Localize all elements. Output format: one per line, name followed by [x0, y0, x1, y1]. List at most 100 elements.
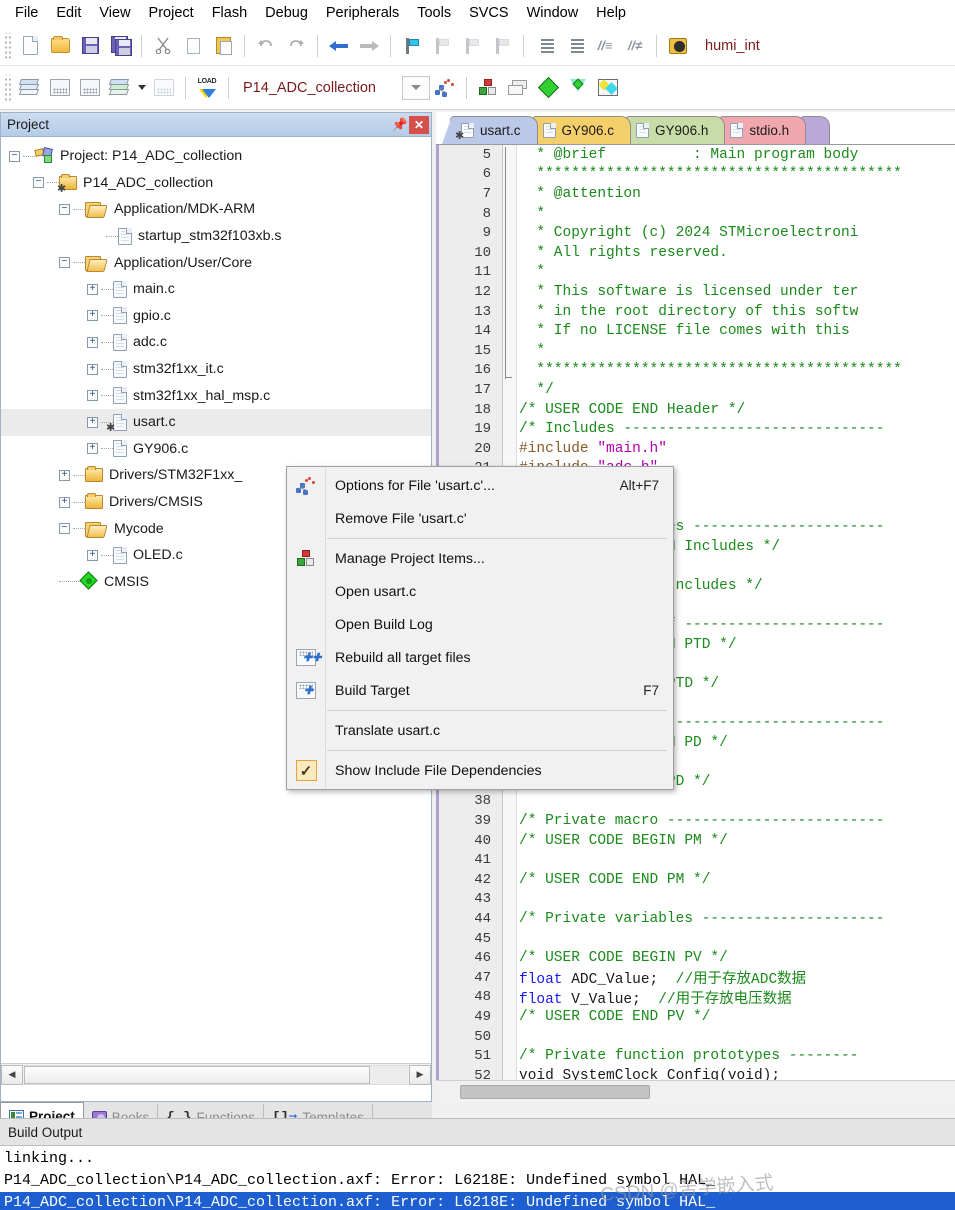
navigate-back-icon[interactable] [324, 31, 354, 61]
context-menu-item-options-for-file[interactable]: Options for File 'usart.c'... Alt+F7 [287, 469, 673, 502]
paste-icon[interactable] [208, 31, 238, 61]
target-dropdown-button[interactable] [402, 76, 430, 100]
menu-item-debug[interactable]: Debug [256, 2, 317, 24]
tree-item-startup-file[interactable]: startup_stm32f103xb.s [1, 223, 431, 250]
expander-plus-icon[interactable]: + [87, 310, 98, 321]
scroll-track[interactable] [24, 1065, 408, 1085]
translate-icon[interactable] [15, 73, 45, 103]
build-output-line-selected[interactable]: P14_ADC_collection\P14_ADC_collection.ax… [0, 1192, 955, 1210]
tree-item-project-root[interactable]: − Project: P14_ADC_collection [1, 143, 431, 170]
context-menu-item-open-usart-c[interactable]: Open usart.c [287, 575, 673, 608]
expander-plus-icon[interactable]: + [87, 390, 98, 401]
tree-item-group-mdkarm[interactable]: − Application/MDK-ARM [1, 196, 431, 223]
editor-tab-gy906-c[interactable]: GY906.c [532, 116, 632, 144]
context-menu-item-build-target[interactable]: ✚ Build Target F7 [287, 674, 673, 707]
toolbar-gripper[interactable] [3, 33, 11, 59]
new-file-icon[interactable] [15, 31, 45, 61]
expander-minus-icon[interactable]: − [33, 177, 44, 188]
tree-item-group-usercore[interactable]: − Application/User/Core [1, 249, 431, 276]
indent-right-icon[interactable] [530, 31, 560, 61]
undo-icon[interactable] [251, 31, 281, 61]
file-context-menu[interactable]: Options for File 'usart.c'... Alt+F7 Rem… [286, 466, 674, 790]
open-file-icon[interactable] [45, 31, 75, 61]
project-tree-hscrollbar[interactable]: ◀ ▶ [1, 1063, 431, 1085]
bookmark-next-icon[interactable] [457, 31, 487, 61]
multi-project-icon[interactable] [503, 73, 533, 103]
cut-icon[interactable] [148, 31, 178, 61]
manage-run-time-icon[interactable] [593, 73, 623, 103]
scroll-left-arrow-icon[interactable]: ◀ [1, 1065, 23, 1085]
tree-item-gpio-c[interactable]: + gpio.c [1, 303, 431, 330]
context-menu-item-manage-project-items[interactable]: Manage Project Items... [287, 542, 673, 575]
scroll-right-arrow-icon[interactable]: ▶ [409, 1065, 431, 1085]
pack-installer-icon[interactable] [533, 73, 563, 103]
expander-plus-icon[interactable]: + [87, 364, 98, 375]
menu-item-help[interactable]: Help [587, 2, 635, 24]
expander-plus-icon[interactable]: + [87, 284, 98, 295]
expander-plus-icon[interactable]: + [87, 417, 98, 428]
menu-item-peripherals[interactable]: Peripherals [317, 2, 408, 24]
close-icon[interactable]: ✕ [409, 116, 429, 134]
build-output-body[interactable]: linking... P14_ADC_collection\P14_ADC_co… [0, 1146, 955, 1210]
context-menu-item-rebuild-all[interactable]: ✚✚ Rebuild all target files [287, 641, 673, 674]
find-in-files-icon[interactable] [663, 31, 693, 61]
run-cmsis-icon[interactable] [563, 73, 593, 103]
save-all-icon[interactable] [105, 31, 135, 61]
context-menu-item-remove-file[interactable]: Remove File 'usart.c' [287, 502, 673, 535]
bookmark-clear-icon[interactable] [487, 31, 517, 61]
editor-scroll-thumb[interactable] [460, 1085, 650, 1099]
comment-icon[interactable]: //≡ [590, 31, 620, 61]
expander-minus-icon[interactable]: − [9, 151, 20, 162]
expander-minus-icon[interactable]: − [59, 523, 70, 534]
uncomment-icon[interactable]: //≠ [620, 31, 650, 61]
expander-plus-icon[interactable]: + [59, 470, 70, 481]
menu-item-tools[interactable]: Tools [408, 2, 460, 24]
tree-item-stm32f1xx-it-c[interactable]: + stm32f1xx_it.c [1, 356, 431, 383]
context-menu-item-open-build-log[interactable]: Open Build Log [287, 608, 673, 641]
pin-icon[interactable]: 📌 [391, 116, 409, 134]
tree-item-gy906-c[interactable]: + GY906.c [1, 436, 431, 463]
tree-item-target[interactable]: − ✱ P14_ADC_collection [1, 170, 431, 197]
expander-minus-icon[interactable]: − [59, 204, 70, 215]
rebuild-all-icon[interactable] [75, 73, 105, 103]
menu-item-project[interactable]: Project [140, 2, 203, 24]
stop-build-icon[interactable] [149, 73, 179, 103]
tree-item-main-c[interactable]: + main.c [1, 276, 431, 303]
indent-left-icon[interactable] [560, 31, 590, 61]
editor-tab-gy906-h[interactable]: GY906.h [625, 116, 725, 144]
bookmark-toggle-icon[interactable] [397, 31, 427, 61]
menu-item-edit[interactable]: Edit [47, 2, 90, 24]
expander-plus-icon[interactable]: + [87, 443, 98, 454]
context-menu-item-show-include-dependencies[interactable]: ✓ Show Include File Dependencies [287, 754, 673, 787]
menu-item-flash[interactable]: Flash [203, 2, 256, 24]
build-output-line[interactable]: linking... [0, 1148, 955, 1170]
menu-item-window[interactable]: Window [518, 2, 588, 24]
editor-hscrollbar[interactable] [436, 1080, 955, 1102]
bookmark-prev-icon[interactable] [427, 31, 457, 61]
build-target-icon[interactable] [45, 73, 75, 103]
menu-item-file[interactable]: File [6, 2, 47, 24]
copy-icon[interactable] [178, 31, 208, 61]
download-icon[interactable]: LOAD [192, 73, 222, 103]
scroll-thumb[interactable] [24, 1066, 370, 1084]
context-menu-item-translate[interactable]: Translate usart.c [287, 714, 673, 747]
batch-build-icon[interactable] [105, 73, 135, 103]
expander-minus-icon[interactable]: − [59, 257, 70, 268]
navigate-forward-icon[interactable] [354, 31, 384, 61]
build-toolbar-gripper[interactable] [3, 75, 11, 101]
tree-item-adc-c[interactable]: + adc.c [1, 329, 431, 356]
expander-plus-icon[interactable]: + [87, 550, 98, 561]
expander-plus-icon[interactable]: + [59, 497, 70, 508]
tree-item-stm32f1xx-hal-msp-c[interactable]: + stm32f1xx_hal_msp.c [1, 382, 431, 409]
batch-build-dropdown-icon[interactable] [138, 85, 146, 90]
manage-project-items-icon[interactable] [473, 73, 503, 103]
tree-item-usart-c[interactable]: + ✱ usart.c [1, 409, 431, 436]
editor-tab-usart-c[interactable]: ✱ usart.c [450, 116, 538, 144]
build-output-line[interactable]: P14_ADC_collection\P14_ADC_collection.ax… [0, 1170, 955, 1192]
editor-tab-stdio-h[interactable]: stdio.h [719, 116, 806, 144]
menu-item-view[interactable]: View [90, 2, 139, 24]
redo-icon[interactable] [281, 31, 311, 61]
options-for-target-icon[interactable] [430, 73, 460, 103]
save-icon[interactable] [75, 31, 105, 61]
expander-plus-icon[interactable]: + [87, 337, 98, 348]
